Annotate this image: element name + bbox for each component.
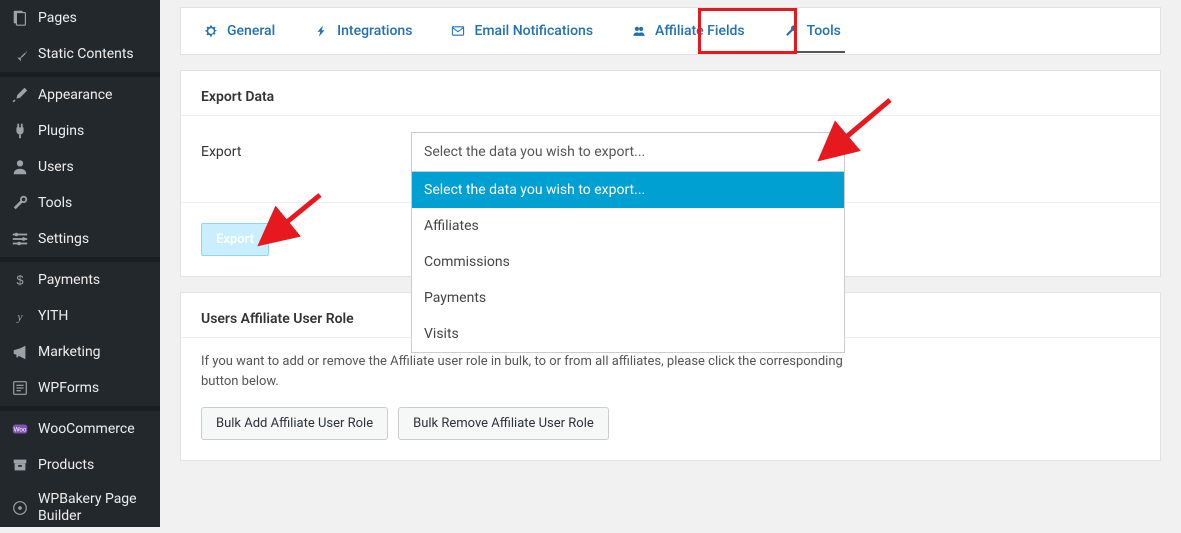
sidebar-item-wpbakery[interactable]: WPBakery Page Builder: [0, 483, 160, 533]
dots-icon: [10, 498, 30, 518]
tab-integrations[interactable]: Integrations: [309, 19, 416, 53]
export-button[interactable]: Export: [201, 223, 269, 256]
dollar-icon: $: [10, 270, 30, 290]
sidebar-item-label: Marketing: [38, 344, 101, 361]
megaphone-icon: [10, 342, 30, 362]
tab-email-notifications[interactable]: Email Notifications: [446, 19, 597, 53]
gear-icon: [203, 23, 219, 39]
select-option[interactable]: Commissions: [412, 244, 844, 280]
sidebar-item-label: Pages: [38, 10, 77, 27]
user-icon: [10, 157, 30, 177]
yith-icon: y: [10, 306, 30, 326]
bulk-remove-role-button[interactable]: Bulk Remove Affiliate User Role: [398, 407, 609, 440]
settings-tabs: General Integrations Email Notifications…: [180, 7, 1161, 55]
sidebar-item-plugins[interactable]: Plugins: [0, 113, 160, 149]
export-section-title: Export Data: [181, 71, 1160, 115]
sidebar-item-woocommerce[interactable]: Woo WooCommerce: [0, 411, 160, 447]
sidebar-item-label: WPForms: [38, 380, 99, 397]
select-dropdown: Select the data you wish to export... Af…: [411, 172, 845, 353]
sidebar-item-label: Payments: [38, 272, 100, 289]
svg-text:y: y: [16, 311, 23, 324]
select-value: Select the data you wish to export...: [424, 144, 645, 160]
select-option[interactable]: Payments: [412, 280, 844, 316]
admin-sidebar: Pages Static Contents Appearance Plugins…: [0, 0, 160, 527]
wrench-icon: [783, 23, 799, 39]
select-option[interactable]: Select the data you wish to export...: [412, 172, 844, 208]
tab-label: Integrations: [337, 23, 412, 39]
sidebar-item-label: Appearance: [38, 87, 112, 104]
tab-general[interactable]: General: [199, 19, 279, 53]
sidebar-item-pages[interactable]: Pages: [0, 0, 160, 36]
sidebar-item-wpforms[interactable]: WPForms: [0, 370, 160, 406]
svg-text:$: $: [16, 274, 23, 288]
woo-icon: Woo: [10, 419, 30, 439]
export-select[interactable]: Select the data you wish to export... Se…: [411, 132, 845, 172]
pages-icon: [10, 8, 30, 28]
tab-label: General: [227, 23, 275, 39]
sidebar-item-static-contents[interactable]: Static Contents: [0, 36, 160, 72]
sidebar-item-yith[interactable]: y YITH: [0, 298, 160, 334]
sidebar-item-label: Products: [38, 457, 94, 474]
sidebar-item-users[interactable]: Users: [0, 149, 160, 185]
export-data-panel: Export Data Export Select the data you w…: [180, 70, 1161, 277]
sidebar-item-tools[interactable]: Tools: [0, 185, 160, 221]
wrench-icon: [10, 193, 30, 213]
form-icon: [10, 378, 30, 398]
tab-label: Affiliate Fields: [655, 23, 745, 39]
sidebar-item-label: Users: [38, 159, 74, 176]
sidebar-item-products[interactable]: Products: [0, 447, 160, 483]
brush-icon: [10, 85, 30, 105]
sidebar-item-marketing[interactable]: Marketing: [0, 334, 160, 370]
tab-label: Tools: [807, 23, 841, 39]
main-content: General Integrations Email Notifications…: [160, 0, 1181, 527]
sidebar-item-settings[interactable]: Settings: [0, 221, 160, 257]
pin-icon: [10, 44, 30, 64]
chevron-up-icon: [822, 149, 832, 155]
tab-affiliate-fields[interactable]: Affiliate Fields: [627, 19, 749, 53]
archive-icon: [10, 455, 30, 475]
sidebar-item-label: YITH: [38, 308, 68, 325]
bolt-icon: [313, 23, 329, 39]
bulk-add-role-button[interactable]: Bulk Add Affiliate User Role: [201, 407, 388, 440]
sidebar-item-appearance[interactable]: Appearance: [0, 77, 160, 113]
sidebar-item-label: Settings: [38, 231, 89, 248]
select-control[interactable]: Select the data you wish to export...: [411, 132, 845, 172]
tab-label: Email Notifications: [474, 23, 593, 39]
sliders-icon: [10, 229, 30, 249]
sidebar-item-payments[interactable]: $ Payments: [0, 262, 160, 298]
export-label: Export: [201, 144, 391, 160]
sidebar-item-label: WPBakery Page Builder: [38, 491, 150, 525]
plug-icon: [10, 121, 30, 141]
svg-text:Woo: Woo: [14, 427, 27, 434]
sidebar-item-label: Tools: [38, 195, 72, 212]
sidebar-item-label: Static Contents: [38, 46, 134, 63]
select-option[interactable]: Visits: [412, 316, 844, 352]
select-option[interactable]: Affiliates: [412, 208, 844, 244]
mail-icon: [450, 23, 466, 39]
sidebar-item-label: Plugins: [38, 123, 84, 140]
sidebar-item-label: WooCommerce: [38, 421, 135, 438]
tab-tools[interactable]: Tools: [779, 19, 845, 53]
group-icon: [631, 23, 647, 39]
